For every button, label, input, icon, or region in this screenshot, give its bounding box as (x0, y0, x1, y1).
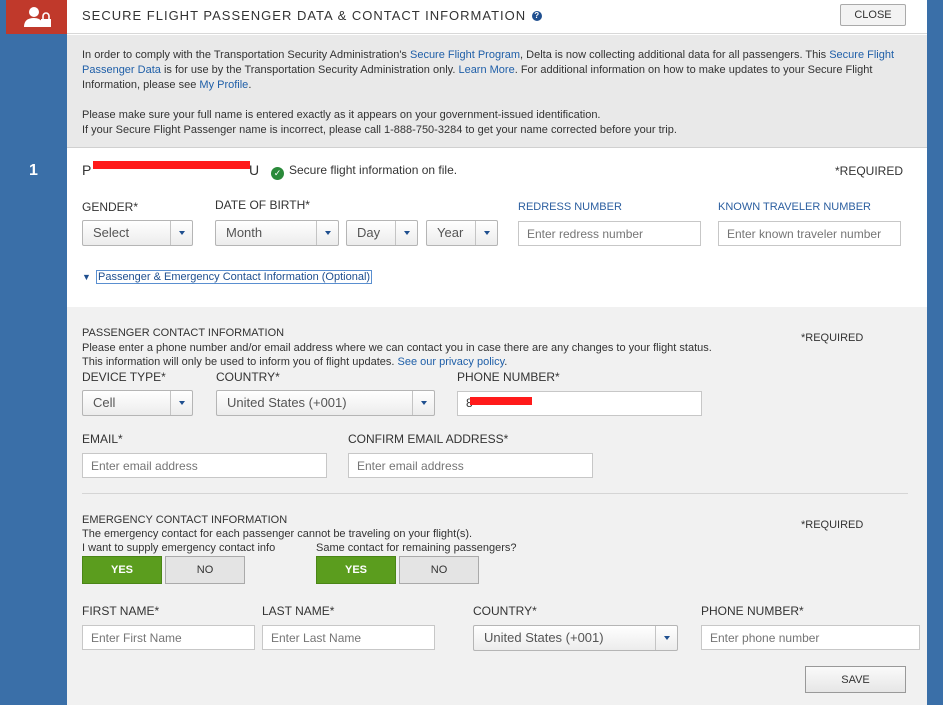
check-circle-icon: ✓ (271, 167, 284, 180)
main-panel: SECURE FLIGHT PASSENGER DATA & CONTACT I… (67, 0, 927, 705)
emergency-description: The emergency contact for each passenger… (82, 528, 473, 540)
year-select[interactable]: Year (426, 220, 498, 246)
learn-more-link[interactable]: Learn More (458, 64, 514, 76)
passenger-number: 1 (29, 162, 38, 179)
device-type-label: DEVICE TYPE* (82, 370, 166, 384)
redaction-bar (93, 161, 250, 169)
phone-label: PHONE NUMBER* (457, 370, 560, 384)
close-button[interactable]: CLOSE (840, 4, 906, 26)
chevron-down-icon (475, 221, 497, 245)
optional-info-expander[interactable]: ▼ Passenger & Emergency Contact Informat… (82, 270, 373, 284)
passenger-name-end: U (249, 162, 260, 178)
ktn-label: KNOWN TRAVELER NUMBER (718, 201, 872, 213)
email-input[interactable] (82, 453, 327, 478)
emergency-country-select[interactable]: United States (+001) (473, 625, 678, 651)
gender-label: GENDER* (82, 200, 139, 214)
passenger-lock-icon (6, 0, 67, 34)
contact-country-select[interactable]: United States (+001) (216, 390, 435, 416)
contact-required-note: *REQUIRED (801, 332, 864, 344)
privacy-policy-link[interactable]: See our privacy policy (398, 356, 505, 368)
emergency-required-note: *REQUIRED (801, 519, 864, 531)
left-rail: 1 (0, 0, 67, 705)
month-select[interactable]: Month (215, 220, 339, 246)
gender-select[interactable]: Select (82, 220, 193, 246)
chevron-down-icon (655, 626, 677, 650)
passenger-name: P (82, 162, 92, 178)
contact-heading: PASSENGER CONTACT INFORMATION (82, 327, 285, 339)
info-panel: In order to comply with the Transportati… (67, 35, 927, 148)
device-type-select[interactable]: Cell (82, 390, 193, 416)
emergency-phone-input[interactable] (701, 625, 920, 650)
info-paragraph-2: Please make sure your full name is enter… (82, 109, 677, 136)
same-yes-button[interactable]: YES (316, 556, 396, 584)
same-contact-label: Same contact for remaining passengers? (316, 542, 517, 554)
same-no-button[interactable]: NO (399, 556, 479, 584)
chevron-down-icon (170, 391, 192, 415)
last-name-input[interactable] (262, 625, 435, 650)
redaction-bar (470, 397, 532, 405)
chevron-down-icon (316, 221, 338, 245)
last-name-label: LAST NAME* (262, 604, 335, 618)
section-divider (82, 493, 908, 494)
help-icon[interactable]: ? (532, 10, 543, 21)
dialog-header: SECURE FLIGHT PASSENGER DATA & CONTACT I… (67, 0, 927, 34)
contact-description: Please enter a phone number and/or email… (82, 342, 712, 368)
redress-label: REDRESS NUMBER (518, 201, 622, 213)
emergency-phone-label: PHONE NUMBER* (701, 604, 804, 618)
country-label: COUNTRY* (216, 370, 280, 384)
ktn-input[interactable] (718, 221, 901, 246)
day-select[interactable]: Day (346, 220, 418, 246)
dialog-title: SECURE FLIGHT PASSENGER DATA & CONTACT I… (82, 8, 543, 23)
emergency-heading: EMERGENCY CONTACT INFORMATION (82, 514, 288, 526)
confirm-email-label: CONFIRM EMAIL ADDRESS* (348, 432, 509, 446)
redress-input[interactable] (518, 221, 701, 246)
supply-no-button[interactable]: NO (165, 556, 245, 584)
supply-contact-label: I want to supply emergency contact info (82, 542, 276, 554)
supply-yes-button[interactable]: YES (82, 556, 162, 584)
chevron-down-icon (395, 221, 417, 245)
required-note: *REQUIRED (835, 164, 904, 178)
first-name-label: FIRST NAME* (82, 604, 160, 618)
email-label: EMAIL* (82, 432, 123, 446)
confirm-email-input[interactable] (348, 453, 593, 478)
save-button[interactable]: SAVE (805, 666, 906, 693)
secure-status: ✓ Secure flight information on file. (271, 163, 457, 180)
dob-label: DATE OF BIRTH* (215, 198, 310, 212)
emergency-country-label: COUNTRY* (473, 604, 537, 618)
my-profile-link[interactable]: My Profile (199, 79, 248, 91)
chevron-down-icon (412, 391, 434, 415)
chevron-down-icon (170, 221, 192, 245)
triangle-down-icon: ▼ (82, 272, 91, 282)
info-paragraph-1: In order to comply with the Transportati… (82, 49, 895, 91)
first-name-input[interactable] (82, 625, 255, 650)
right-edge (927, 0, 943, 705)
expander-label: Passenger & Emergency Contact Informatio… (95, 270, 373, 284)
secure-flight-program-link[interactable]: Secure Flight Program (410, 49, 520, 61)
